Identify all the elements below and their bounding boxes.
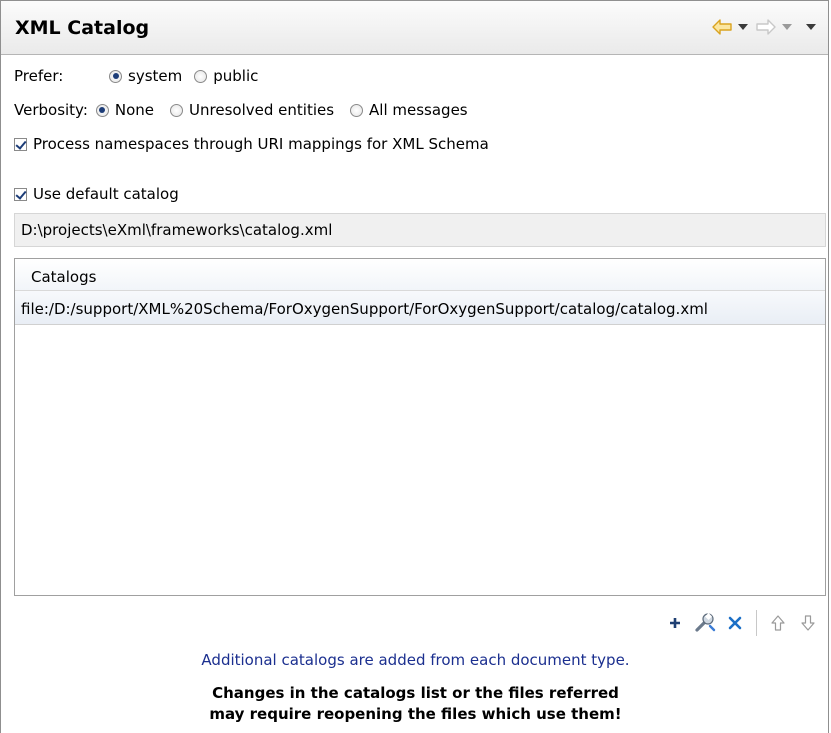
info-message: Additional catalogs are added from each … <box>201 651 630 669</box>
view-menu-chevron-down-icon[interactable] <box>806 24 816 30</box>
add-icon[interactable] <box>664 612 686 634</box>
prefer-public-label: public <box>213 67 259 85</box>
prefer-system-radio[interactable] <box>109 69 122 83</box>
verbosity-unresolved-label: Unresolved entities <box>189 101 335 119</box>
move-down-icon[interactable] <box>797 612 819 634</box>
remove-icon[interactable] <box>724 612 746 634</box>
prefer-row: Prefer: system public <box>14 67 258 85</box>
prefer-label: Prefer: <box>14 67 64 85</box>
back-history-chevron-down-icon[interactable] <box>738 24 748 30</box>
toolbar-separator <box>756 610 757 636</box>
back-arrow-icon[interactable] <box>712 19 732 35</box>
process-namespaces-label: Process namespaces through URI mappings … <box>33 135 489 153</box>
use-default-catalog-row: Use default catalog <box>14 185 179 203</box>
process-namespaces-row: Process namespaces through URI mappings … <box>14 135 489 153</box>
prefer-system-label: system <box>128 67 183 85</box>
default-catalog-path-field: D:\projects\eXml\frameworks\catalog.xml <box>14 213 826 247</box>
verbosity-all-radio[interactable] <box>350 103 364 117</box>
verbosity-all-label: All messages <box>369 101 468 119</box>
forward-arrow-icon[interactable] <box>756 19 776 35</box>
panel-header: XML Catalog <box>1 1 828 55</box>
forward-history-chevron-down-icon[interactable] <box>782 24 792 30</box>
process-namespaces-checkbox[interactable] <box>14 137 27 151</box>
edit-icon[interactable] <box>694 612 716 634</box>
use-default-catalog-label: Use default catalog <box>33 185 179 203</box>
prefer-public-radio[interactable] <box>194 69 208 83</box>
verbosity-unresolved-radio[interactable] <box>170 103 184 117</box>
navigation-controls <box>712 19 816 35</box>
verbosity-none-radio[interactable] <box>95 103 109 117</box>
verbosity-label: Verbosity: <box>14 101 88 119</box>
page-title: XML Catalog <box>15 17 150 39</box>
verbosity-row: Verbosity: None Unresolved entities All … <box>14 101 468 119</box>
move-up-icon[interactable] <box>767 612 789 634</box>
table-row[interactable]: file:/D:/support/XML%20Schema/ForOxygenS… <box>15 291 825 325</box>
catalogs-table[interactable]: Catalogs file:/D:/support/XML%20Schema/F… <box>14 258 826 596</box>
catalogs-toolbar <box>656 610 819 636</box>
use-default-catalog-checkbox[interactable] <box>14 187 27 201</box>
warning-line: may require reopening the files which us… <box>209 705 622 723</box>
catalogs-column-header[interactable]: Catalogs <box>15 259 825 291</box>
verbosity-none-label: None <box>114 101 155 119</box>
warning-message: Changes in the catalogs list or the file… <box>0 683 831 725</box>
warning-line: Changes in the catalogs list or the file… <box>212 684 619 702</box>
